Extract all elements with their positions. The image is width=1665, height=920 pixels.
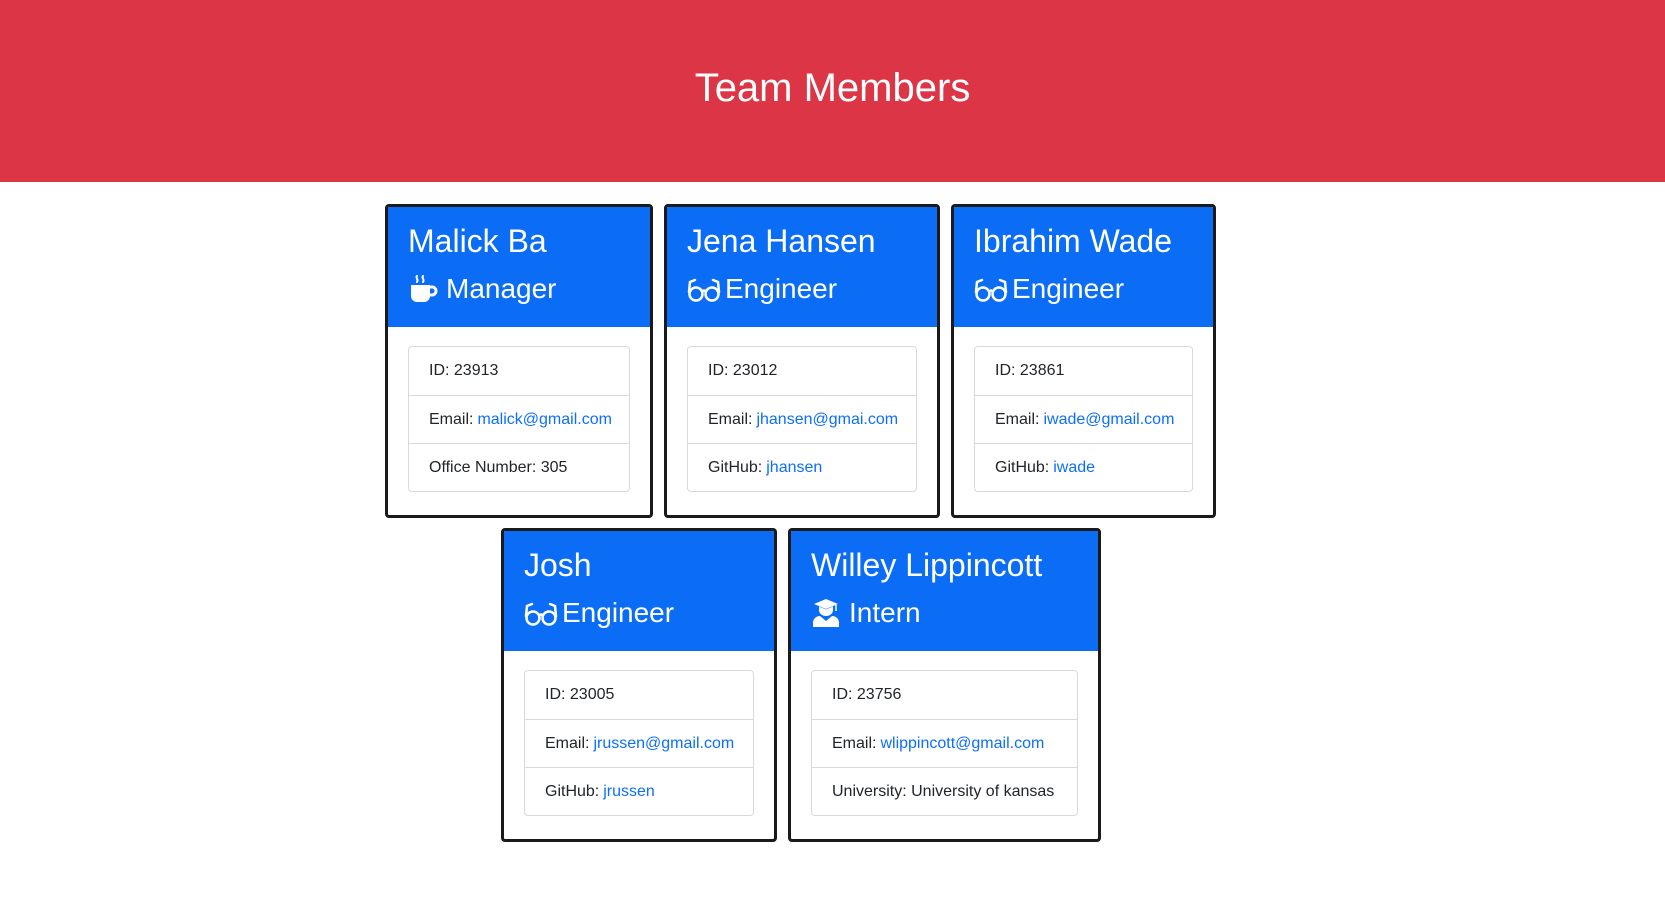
member-role-label: Engineer [1012,273,1125,304]
email-label: Email: [832,734,877,752]
member-role-label: Manager [446,273,557,304]
member-id: ID: 23913 [429,362,499,379]
email-link[interactable]: jrussen@gmail.com [593,735,734,753]
glasses-icon [524,598,558,628]
member-github-row: GitHub: iwade [975,443,1192,491]
github-label: GitHub: [708,458,763,476]
member-card-willey-lippincott: Willey Lippincott Intern ID: 23756 Email… [788,528,1101,842]
member-id: ID: 23861 [995,362,1065,379]
member-github-row: GitHub: jrussen [525,767,753,815]
card-body: ID: 23005 Email: jrussen@gmail.com GitHu… [504,651,774,836]
member-name: Ibrahim Wade [974,223,1172,259]
github-link[interactable]: jhansen [766,459,822,477]
member-role: Intern [811,596,1078,630]
email-label: Email: [708,410,753,428]
github-label: GitHub: [995,458,1050,476]
member-details: ID: 23756 Email: wlippincott@gmail.com U… [811,670,1078,816]
member-name: Malick Ba [408,223,547,259]
member-id: ID: 23012 [708,362,778,379]
member-role-label: Engineer [562,597,675,628]
member-email-row: Email: malick@gmail.com [409,395,629,443]
email-link[interactable]: wlippincott@gmail.com [880,735,1044,753]
member-id: ID: 23756 [832,686,902,703]
member-card-jena-hansen: Jena Hansen Engineer ID: 23012 Email: jh… [664,204,940,518]
member-name: Jena Hansen [687,223,876,259]
member-card-malick-ba: Malick Ba Manager ID: 23913 Email: malic… [385,204,653,518]
office-number: Office Number: 305 [409,443,629,491]
glasses-icon [974,274,1008,304]
member-details: ID: 23005 Email: jrussen@gmail.com GitHu… [524,670,754,816]
email-label: Email: [545,734,590,752]
mug-hot-icon [408,274,442,304]
card-header: Jena Hansen Engineer [667,207,937,327]
card-header: Malick Ba Manager [388,207,650,327]
email-link[interactable]: malick@gmail.com [477,411,611,429]
member-card-ibrahim-wade: Ibrahim Wade Engineer ID: 23861 Email: i… [951,204,1216,518]
member-card-josh: Josh Engineer ID: 23005 Email: jrussen@g… [501,528,777,842]
member-github-row: GitHub: jhansen [688,443,916,491]
member-role: Engineer [524,596,754,630]
university: University: University of kansas [812,767,1077,815]
card-body: ID: 23861 Email: iwade@gmail.com GitHub:… [954,327,1213,512]
member-name: Willey Lippincott [811,547,1043,583]
member-email-row: Email: iwade@gmail.com [975,395,1192,443]
member-email-row: Email: wlippincott@gmail.com [812,719,1077,767]
email-label: Email: [995,410,1040,428]
member-role-label: Engineer [725,273,838,304]
member-email-row: Email: jhansen@gmai.com [688,395,916,443]
card-header: Josh Engineer [504,531,774,651]
card-body: ID: 23756 Email: wlippincott@gmail.com U… [791,651,1098,836]
email-link[interactable]: iwade@gmail.com [1043,411,1174,429]
github-label: GitHub: [545,782,600,800]
member-role: Engineer [974,272,1193,306]
member-email-row: Email: jrussen@gmail.com [525,719,753,767]
member-details: ID: 23861 Email: iwade@gmail.com GitHub:… [974,346,1193,492]
member-details: ID: 23913 Email: malick@gmail.com Office… [408,346,630,492]
card-header: Willey Lippincott Intern [791,531,1098,651]
header-banner: Team Members [0,0,1665,182]
member-role: Manager [408,272,630,306]
email-label: Email: [429,410,474,428]
member-role-label: Intern [849,597,921,628]
user-graduate-icon [811,598,845,628]
card-header: Ibrahim Wade Engineer [954,207,1213,327]
card-body: ID: 23012 Email: jhansen@gmai.com GitHub… [667,327,937,512]
page-title: Team Members [694,65,971,110]
github-link[interactable]: jrussen [603,783,655,801]
card-body: ID: 23913 Email: malick@gmail.com Office… [388,327,650,512]
member-details: ID: 23012 Email: jhansen@gmai.com GitHub… [687,346,917,492]
email-link[interactable]: jhansen@gmai.com [756,411,898,429]
member-role: Engineer [687,272,917,306]
glasses-icon [687,274,721,304]
member-name: Josh [524,547,592,583]
github-link[interactable]: iwade [1053,459,1095,477]
member-id: ID: 23005 [545,686,615,703]
